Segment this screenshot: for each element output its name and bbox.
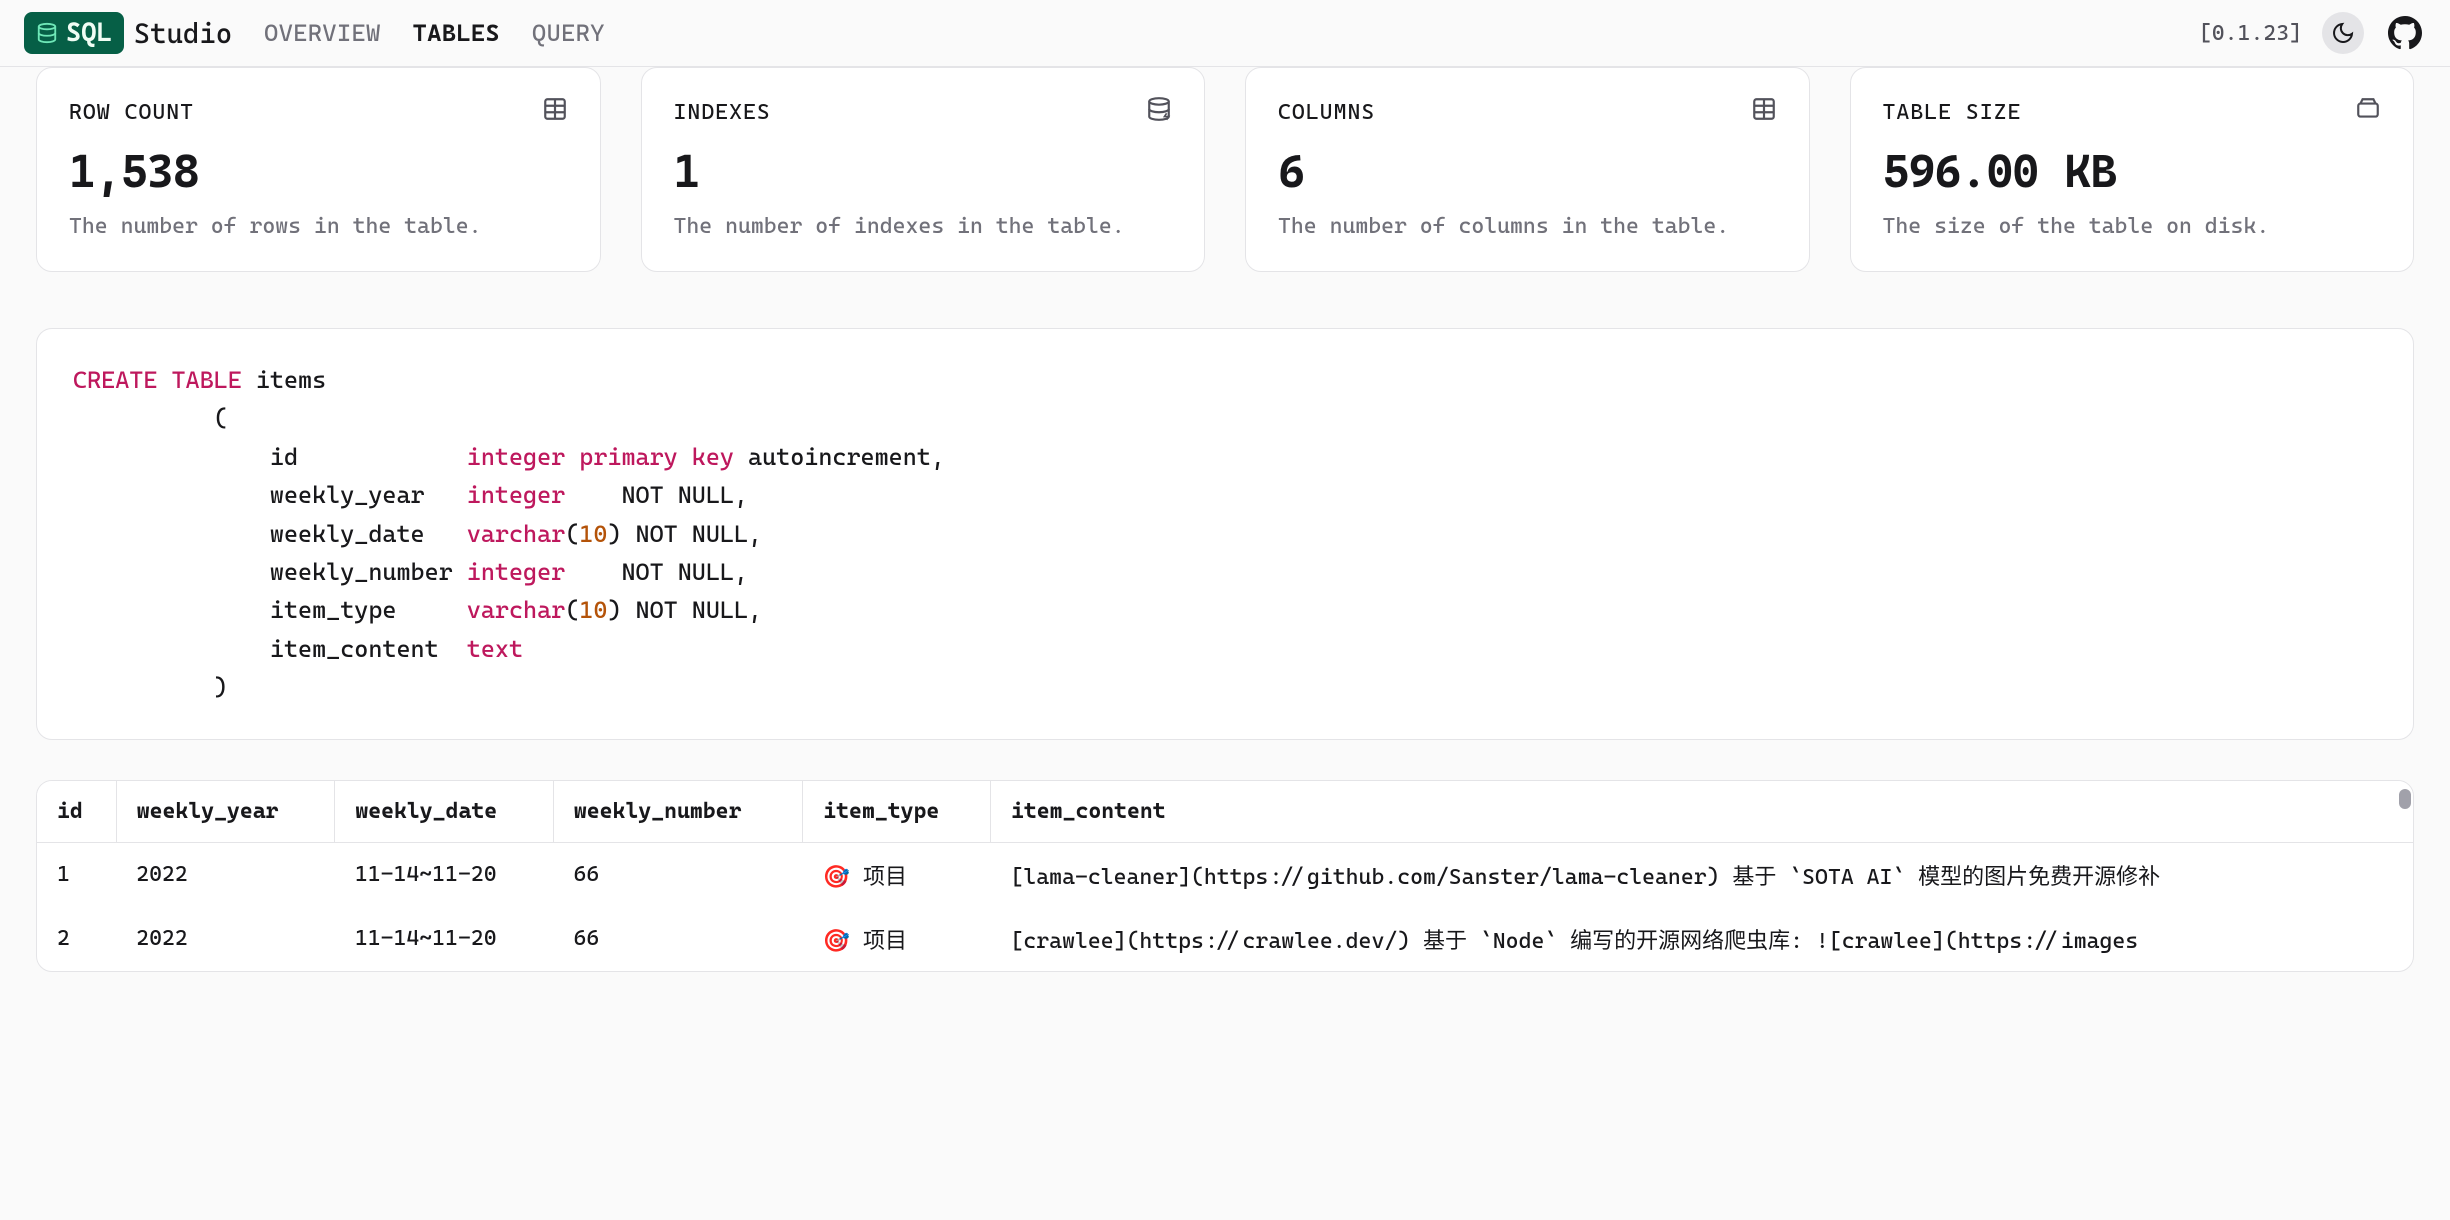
table-header-row: id weekly_year weekly_date weekly_number…	[37, 781, 2413, 843]
cell-weekly-year: 2022	[116, 842, 335, 907]
card-table-size: TABLE SIZE 596.00 KB The size of the tab…	[1850, 67, 2415, 272]
card-desc: The size of the table on disk.	[1883, 210, 2382, 243]
app-header: SQL Studio OVERVIEW TABLES QUERY [0.1.23…	[0, 0, 2450, 67]
col-item-content[interactable]: item_content	[991, 781, 2414, 843]
cell-id: 2	[37, 907, 116, 971]
card-label: ROW COUNT	[69, 100, 194, 125]
github-icon	[2388, 16, 2422, 50]
header-right: [0.1.23]	[2199, 12, 2426, 54]
card-desc: The number of columns in the table.	[1278, 210, 1777, 243]
cell-weekly-date: 11-14~11-20	[335, 842, 554, 907]
main-nav: OVERVIEW TABLES QUERY	[264, 19, 605, 47]
card-indexes: INDEXES 1 The number of indexes in the t…	[641, 67, 1206, 272]
app-logo[interactable]: SQL Studio	[24, 12, 232, 54]
cell-weekly-date: 11-14~11-20	[335, 907, 554, 971]
cell-weekly-year: 2022	[116, 907, 335, 971]
col-id[interactable]: id	[37, 781, 116, 843]
card-label: TABLE SIZE	[1883, 100, 2022, 125]
scrollbar-thumb[interactable]	[2399, 789, 2411, 809]
card-row-count: ROW COUNT 1,538 The number of rows in th…	[36, 67, 601, 272]
database-bolt-icon	[1146, 96, 1172, 128]
card-label: COLUMNS	[1278, 100, 1375, 125]
stat-cards: ROW COUNT 1,538 The number of rows in th…	[0, 67, 2450, 308]
logo-badge-text: SQL	[66, 18, 112, 48]
data-table: id weekly_year weekly_date weekly_number…	[37, 781, 2413, 971]
card-desc: The number of rows in the table.	[69, 210, 568, 243]
data-table-panel: id weekly_year weekly_date weekly_number…	[36, 780, 2414, 972]
table-row[interactable]: 2 2022 11-14~11-20 66 🎯 项目 [crawlee](htt…	[37, 907, 2413, 971]
card-label: INDEXES	[674, 100, 771, 125]
cell-id: 1	[37, 842, 116, 907]
database-icon	[36, 22, 58, 44]
table-icon	[542, 96, 568, 128]
card-columns: COLUMNS 6 The number of columns in the t…	[1245, 67, 1810, 272]
cell-item-content: [lama-cleaner](https://github.com/Sanste…	[991, 842, 2414, 907]
moon-icon	[2331, 21, 2355, 45]
theme-toggle-button[interactable]	[2322, 12, 2364, 54]
col-weekly-year[interactable]: weekly_year	[116, 781, 335, 843]
header-left: SQL Studio OVERVIEW TABLES QUERY	[24, 12, 605, 54]
card-value: 1	[674, 144, 1173, 198]
card-value: 1,538	[69, 144, 568, 198]
logo-badge: SQL	[24, 12, 124, 54]
sql-tablename: items	[256, 366, 326, 394]
table-row[interactable]: 1 2022 11-14~11-20 66 🎯 项目 [lama-cleaner…	[37, 842, 2413, 907]
columns-icon	[1751, 96, 1777, 128]
nav-tables[interactable]: TABLES	[413, 19, 500, 47]
card-value: 6	[1278, 144, 1777, 198]
cell-item-content: [crawlee](https://crawlee.dev/) 基于 `Node…	[991, 907, 2414, 971]
cell-weekly-number: 66	[553, 842, 802, 907]
cell-weekly-number: 66	[553, 907, 802, 971]
github-link[interactable]	[2384, 12, 2426, 54]
nav-overview[interactable]: OVERVIEW	[264, 19, 381, 47]
hard-drive-icon	[2355, 96, 2381, 128]
col-item-type[interactable]: item_type	[803, 781, 991, 843]
card-value: 596.00 KB	[1883, 144, 2382, 198]
sql-schema-panel: CREATE TABLE items ( id integer primary …	[36, 328, 2414, 740]
sql-keyword: CREATE TABLE	[73, 366, 242, 394]
cell-item-type: 🎯 项目	[803, 907, 991, 971]
version-label: [0.1.23]	[2199, 21, 2302, 46]
logo-text: Studio	[134, 17, 232, 50]
sql-code: CREATE TABLE items ( id integer primary …	[73, 361, 2377, 707]
card-desc: The number of indexes in the table.	[674, 210, 1173, 243]
col-weekly-date[interactable]: weekly_date	[335, 781, 554, 843]
cell-item-type: 🎯 项目	[803, 842, 991, 907]
nav-query[interactable]: QUERY	[532, 19, 605, 47]
col-weekly-number[interactable]: weekly_number	[553, 781, 802, 843]
